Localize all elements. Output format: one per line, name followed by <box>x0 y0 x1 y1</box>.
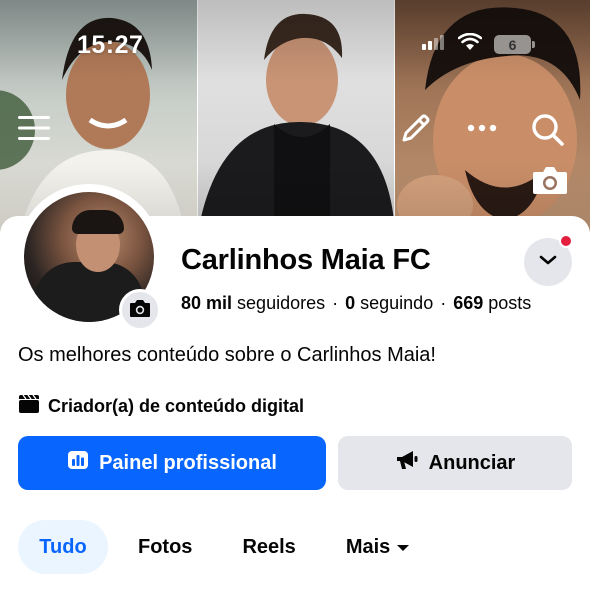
posts-stat[interactable]: 669 posts <box>453 293 531 313</box>
tab-photos[interactable]: Fotos <box>138 520 192 574</box>
tab-more-label: Mais <box>345 535 391 558</box>
profile-bio: Os melhores conteúdo sobre o Carlinhos M… <box>18 344 436 366</box>
status-icons: 6 <box>422 32 535 56</box>
professional-dashboard-label: Painel profissional <box>99 451 277 474</box>
bar-chart-icon <box>67 450 89 476</box>
profile-name: Carlinhos Maia FC <box>181 244 431 276</box>
stats-separator: · <box>332 293 339 313</box>
followers-count: 80 mil <box>181 293 233 313</box>
stats-separator: · <box>440 293 447 313</box>
profile-category: Criador(a) de conteúdo digital <box>18 394 304 419</box>
chevron-down-icon <box>538 253 558 271</box>
clapperboard-icon <box>18 394 40 419</box>
following-label: seguindo <box>360 293 434 313</box>
posts-label: posts <box>488 293 532 313</box>
advertise-label: Anunciar <box>428 451 516 474</box>
search-icon[interactable] <box>528 110 568 150</box>
status-time: 15:27 <box>77 31 144 59</box>
pencil-icon[interactable] <box>396 110 434 148</box>
advertise-button[interactable]: Anunciar <box>338 436 572 490</box>
following-stat[interactable]: 0 seguindo <box>345 293 433 313</box>
tab-photos-label: Fotos <box>138 535 193 558</box>
tab-reels[interactable]: Reels <box>242 520 295 574</box>
avatar-hair <box>72 210 124 234</box>
followers-label: seguidores <box>237 293 326 313</box>
notification-dot <box>559 234 573 248</box>
battery-icon: 6 <box>494 35 535 54</box>
posts-count: 669 <box>453 293 484 313</box>
battery-level: 6 <box>508 36 517 53</box>
cellular-signal-icon <box>422 34 446 55</box>
profile-stats: 80 mil seguidores · 0 seguindo · 669 posts <box>181 293 531 314</box>
avatar-camera-button[interactable] <box>119 289 161 331</box>
cover-camera-icon[interactable] <box>530 162 570 198</box>
tab-all[interactable]: Tudo <box>18 520 108 574</box>
category-label: Criador(a) de conteúdo digital <box>48 396 305 416</box>
tab-all-label: Tudo <box>39 535 87 558</box>
following-count: 0 <box>345 293 356 313</box>
profile-tabs: Tudo Fotos Reels Mais <box>18 520 410 574</box>
tab-reels-label: Reels <box>242 535 296 558</box>
wifi-icon <box>457 32 483 56</box>
megaphone-icon <box>395 449 419 477</box>
caret-down-icon <box>396 536 410 559</box>
camera-icon <box>128 298 152 323</box>
tab-more[interactable]: Mais <box>346 520 410 574</box>
more-dots-icon[interactable] <box>466 118 498 138</box>
professional-dashboard-button[interactable]: Painel profissional <box>18 436 326 490</box>
hamburger-icon[interactable] <box>16 110 52 146</box>
followers-stat[interactable]: 80 mil seguidores <box>181 293 325 313</box>
